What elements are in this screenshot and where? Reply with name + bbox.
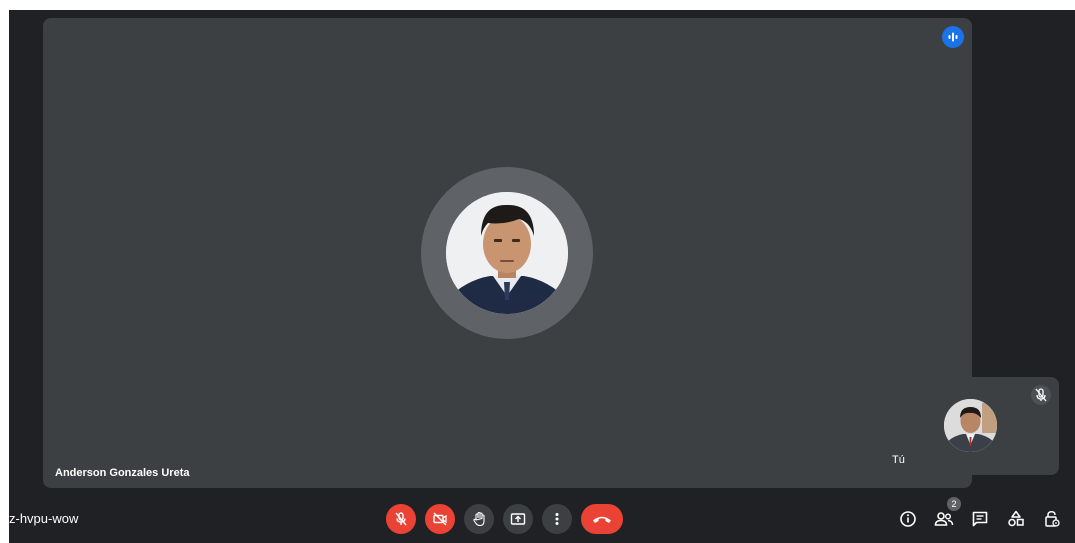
info-icon: [900, 511, 916, 527]
participant-avatar: [446, 192, 568, 314]
raise-hand-button[interactable]: [464, 504, 494, 534]
participants-count-badge: 2: [947, 497, 961, 511]
avatar-ring: [421, 167, 593, 339]
chat-icon: [972, 511, 988, 527]
camera-toggle-button[interactable]: [425, 504, 455, 534]
participant-name: Anderson Gonzales Ureta: [55, 467, 190, 479]
mic-off-icon: [395, 512, 407, 526]
people-icon: [934, 512, 954, 526]
mic-off-icon: [1031, 385, 1051, 405]
hang-up-button[interactable]: [581, 504, 623, 534]
self-view-tile[interactable]: Tú: [883, 377, 1059, 475]
activities-icon: [1008, 510, 1024, 527]
chat-button[interactable]: [967, 506, 993, 532]
main-participant-tile[interactable]: Anderson Gonzales Ureta: [43, 18, 972, 488]
more-options-button[interactable]: [542, 504, 572, 534]
more-options-icon: [555, 513, 559, 525]
meeting-code: z-hvpu-wow: [9, 511, 79, 526]
hang-up-icon: [593, 516, 611, 523]
self-label: Tú: [892, 454, 905, 466]
camera-off-icon: [433, 512, 447, 526]
meeting-info-button[interactable]: [895, 506, 921, 532]
self-avatar: [944, 399, 997, 452]
host-controls-icon: [1045, 511, 1060, 527]
speaking-indicator-icon: [942, 26, 964, 48]
host-controls-button[interactable]: [1039, 506, 1065, 532]
present-screen-button[interactable]: [503, 504, 533, 534]
raise-hand-icon: [473, 511, 485, 527]
meeting-stage: Anderson Gonzales Ureta Tú z-hvpu-wow 2: [9, 10, 1075, 543]
activities-button[interactable]: [1003, 506, 1029, 532]
present-screen-icon: [510, 513, 526, 525]
mic-toggle-button[interactable]: [386, 504, 416, 534]
